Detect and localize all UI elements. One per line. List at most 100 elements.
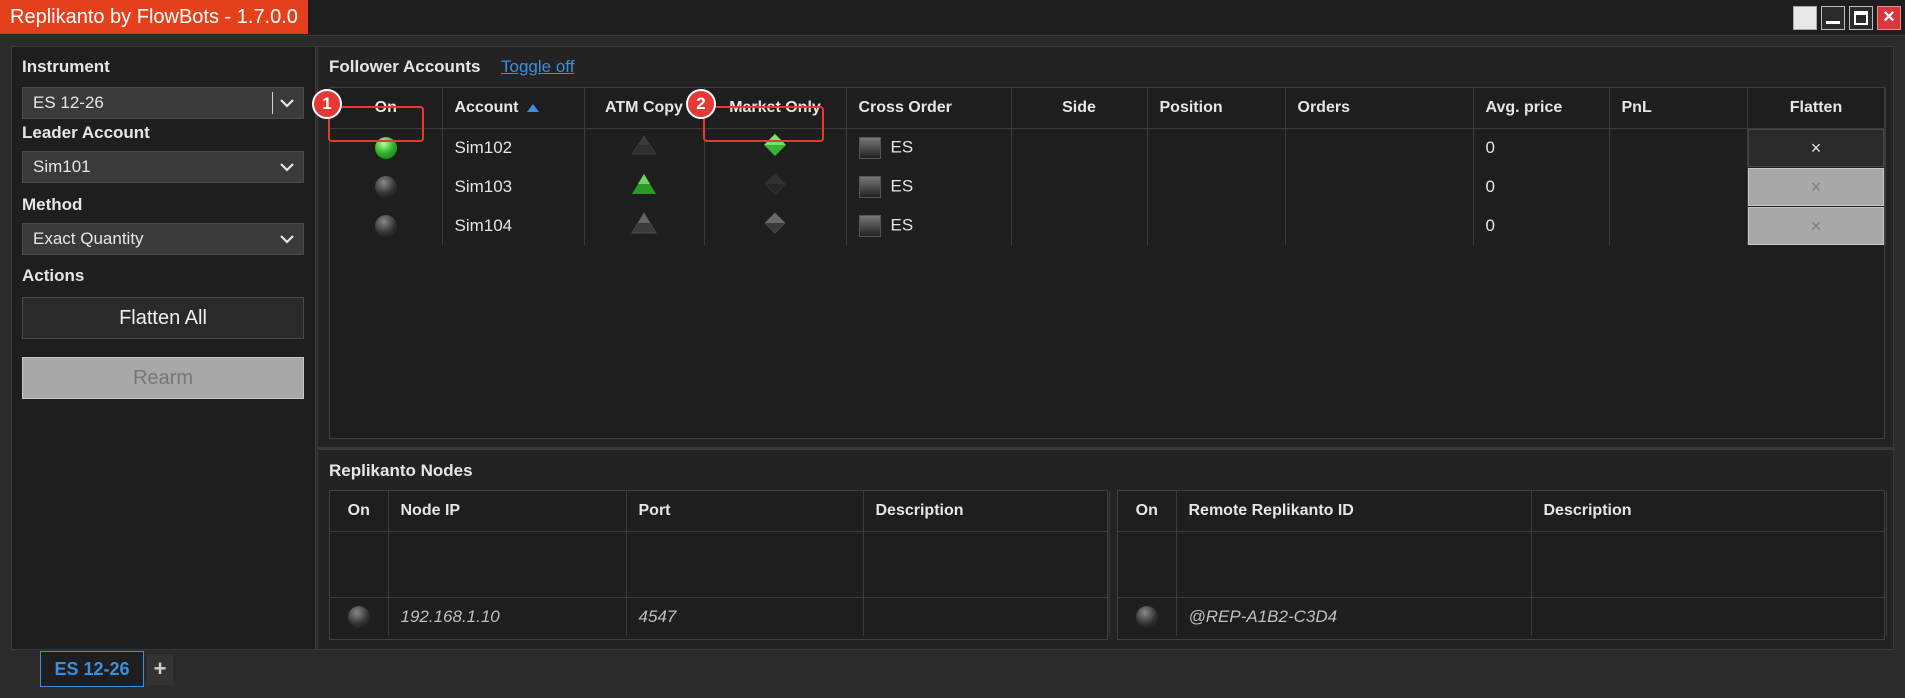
chevron-down-icon	[280, 235, 294, 244]
on-toggle[interactable]	[330, 206, 443, 245]
maximize-button[interactable]	[1849, 6, 1873, 30]
column-header-account-label: Account	[454, 98, 519, 116]
column-header-pnl[interactable]: PnL	[1609, 88, 1748, 129]
flatten-button[interactable]: ×	[1748, 167, 1884, 206]
column-header-description[interactable]: Description	[863, 491, 1110, 532]
local-nodes-header: On Node IP Port Description	[330, 491, 1110, 532]
leader-account-label: Leader Account	[22, 123, 150, 142]
flatten-all-button[interactable]: Flatten All	[22, 297, 304, 339]
atm-copy-on-icon	[632, 174, 656, 194]
main-panel: Follower Accounts Toggle off On Account …	[312, 46, 1895, 650]
cross-order-cell[interactable]: ES	[846, 206, 1012, 245]
table-row[interactable]: Sim102 ES 0 ×	[330, 128, 1886, 167]
remote-description-field[interactable]	[1531, 597, 1887, 636]
actions-label: Actions	[22, 266, 85, 285]
instrument-select[interactable]: ES 12-26	[22, 87, 304, 119]
tab-es-12-26[interactable]: ES 12-26	[40, 651, 144, 687]
position-cell	[1147, 128, 1286, 167]
highlight-box-1	[328, 106, 424, 142]
table-row[interactable]: Sim103 ES 0 ×	[330, 167, 1886, 206]
cross-order-checkbox[interactable]	[858, 136, 881, 159]
atm-copy-toggle[interactable]	[584, 206, 705, 245]
leader-account-select[interactable]: Sim101	[22, 151, 304, 183]
table-row[interactable]: Sim104 ES 0 ×	[330, 206, 1886, 245]
column-header-orders[interactable]: Orders	[1285, 88, 1474, 129]
account-cell: Sim103	[442, 167, 585, 206]
chevron-down-icon	[280, 163, 294, 172]
column-header-flatten[interactable]: Flatten	[1747, 88, 1886, 129]
remote-nodes-header: On Remote Replikanto ID Description	[1118, 491, 1887, 532]
minimize-button[interactable]	[1821, 6, 1845, 30]
toggle-off-link[interactable]: Toggle off	[501, 57, 574, 77]
highlight-box-2	[703, 106, 824, 142]
column-header-position[interactable]: Position	[1147, 88, 1286, 129]
flatten-button[interactable]: ×	[1748, 206, 1884, 245]
account-cell: Sim104	[442, 206, 585, 245]
column-header-account[interactable]: Account	[442, 88, 585, 129]
node-port-field[interactable]: 4547	[626, 597, 864, 636]
pnl-cell	[1609, 128, 1748, 167]
pnl-cell	[1609, 167, 1748, 206]
side-cell	[1011, 167, 1148, 206]
remote-id-field[interactable]: @REP-A1B2-C3D4	[1176, 597, 1532, 636]
column-header-node-ip[interactable]: Node IP	[388, 491, 627, 532]
orders-cell	[1285, 206, 1474, 245]
pnl-cell	[1609, 206, 1748, 245]
marker-badge-2: 2	[686, 89, 716, 119]
atm-copy-toggle[interactable]	[584, 128, 705, 167]
remote-on-toggle[interactable]	[1118, 597, 1177, 636]
remote-nodes-table: On Remote Replikanto ID Description @REP…	[1117, 490, 1887, 640]
select-separator	[272, 92, 273, 114]
side-cell	[1011, 206, 1148, 245]
column-header-avg-price[interactable]: Avg. price	[1473, 88, 1610, 129]
node-input-row[interactable]: 192.168.1.10 4547	[330, 597, 1110, 636]
cross-order-value: ES	[890, 214, 914, 234]
rearm-button[interactable]: Rearm	[22, 357, 304, 399]
on-toggle[interactable]	[330, 167, 443, 206]
cross-order-cell[interactable]: ES	[846, 167, 1012, 206]
position-cell	[1147, 167, 1286, 206]
column-header-on[interactable]: On	[330, 491, 389, 532]
cross-order-value: ES	[890, 175, 914, 195]
column-header-cross-order[interactable]: Cross Order	[846, 88, 1012, 129]
chevron-down-icon	[280, 99, 294, 108]
market-only-toggle[interactable]	[704, 206, 847, 245]
flatten-button[interactable]: ×	[1748, 128, 1884, 167]
window-controls: ×	[1793, 6, 1901, 30]
method-select[interactable]: Exact Quantity	[22, 223, 304, 255]
add-tab-button[interactable]: +	[147, 655, 173, 685]
market-only-toggle[interactable]	[704, 167, 847, 206]
column-header-side[interactable]: Side	[1011, 88, 1148, 129]
orders-cell	[1285, 167, 1474, 206]
node-ip-field[interactable]: 192.168.1.10	[388, 597, 627, 636]
avg-price-cell: 0	[1473, 167, 1610, 206]
cross-order-cell[interactable]: ES	[846, 128, 1012, 167]
orders-cell	[1285, 128, 1474, 167]
cross-order-checkbox[interactable]	[858, 175, 881, 198]
status-off-icon	[374, 175, 397, 198]
local-nodes-table: On Node IP Port Description 192.168.1.10…	[329, 490, 1110, 640]
account-cell: Sim102	[442, 128, 585, 167]
follower-accounts-title: Follower Accounts	[329, 57, 481, 76]
remote-node-input-row[interactable]: @REP-A1B2-C3D4	[1118, 597, 1887, 636]
avg-price-cell: 0	[1473, 206, 1610, 245]
node-on-toggle[interactable]	[330, 597, 389, 636]
flatten-cell: ×	[1747, 128, 1886, 167]
atm-copy-off-icon	[631, 135, 657, 155]
column-header-on[interactable]: On	[1118, 491, 1177, 532]
close-button[interactable]: ×	[1877, 6, 1901, 30]
status-off-icon	[374, 214, 397, 237]
section-divider[interactable]	[318, 447, 1895, 450]
column-header-description[interactable]: Description	[1531, 491, 1887, 532]
column-header-port[interactable]: Port	[626, 491, 864, 532]
node-description-field[interactable]	[863, 597, 1110, 636]
empty-row-space	[330, 531, 1110, 598]
column-header-remote-id[interactable]: Remote Replikanto ID	[1176, 491, 1532, 532]
market-only-off-icon	[764, 212, 786, 234]
atm-copy-toggle[interactable]	[584, 167, 705, 206]
cross-order-checkbox[interactable]	[858, 214, 881, 237]
flatten-cell: ×	[1747, 167, 1886, 206]
window-title: Replikanto by FlowBots - 1.7.0.0	[0, 0, 308, 34]
side-cell	[1011, 128, 1148, 167]
restore-button[interactable]	[1793, 6, 1817, 30]
